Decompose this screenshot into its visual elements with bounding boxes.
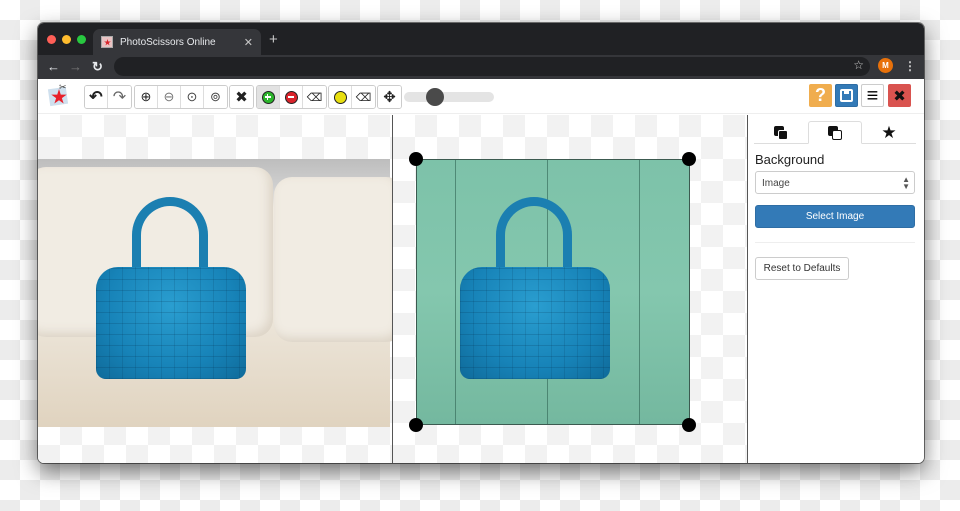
zoom-group: ⊕ ⊖ ⊙ ⊚ xyxy=(134,85,228,109)
back-button[interactable]: ← xyxy=(47,58,60,75)
hair-group: ⌫ xyxy=(328,85,376,109)
floppy-disk-icon xyxy=(840,89,853,102)
question-icon: ? xyxy=(815,85,826,105)
minus-circle-icon xyxy=(284,90,298,104)
brush-size-slider[interactable] xyxy=(404,88,494,106)
help-button[interactable]: ? xyxy=(809,84,832,107)
browser-tab[interactable]: PhotoScissors Online ✕ xyxy=(93,29,261,55)
source-image-panel[interactable] xyxy=(38,115,392,463)
favicon-icon xyxy=(101,36,113,48)
x-icon: ✖ xyxy=(235,89,248,106)
browser-menu-button[interactable]: ⋮ xyxy=(904,59,916,73)
address-bar-row: ← → ↻ ☆ M ⋮ xyxy=(38,55,924,79)
tab-effects[interactable]: ★ xyxy=(862,121,916,144)
section-title: Background xyxy=(755,152,825,167)
layers-filled-icon xyxy=(774,125,788,140)
background-type-select[interactable]: Image ▲ ▼ xyxy=(755,171,915,194)
zoom-in-button[interactable]: ⊕ xyxy=(135,86,158,108)
tab-background[interactable] xyxy=(808,121,862,144)
hamburger-icon: ≡ xyxy=(866,84,879,107)
menu-button[interactable]: ≡ xyxy=(861,84,884,107)
eraser-icon: ⌫ xyxy=(355,91,372,104)
undo-button[interactable]: ↶ xyxy=(85,86,108,108)
forward-button[interactable]: → xyxy=(69,58,82,75)
zoom-actual-icon: ⊙ xyxy=(186,89,198,104)
browser-window: PhotoScissors Online ✕ + ← → ↻ ☆ M ⋮ ✂ ↶… xyxy=(38,23,924,463)
address-input[interactable]: ☆ xyxy=(114,57,870,76)
reload-button[interactable]: ↻ xyxy=(92,58,103,75)
zoom-out-icon: ⊖ xyxy=(163,89,175,104)
zoom-fit-button[interactable]: ⊚ xyxy=(204,86,227,108)
new-tab-button[interactable]: + xyxy=(269,32,278,47)
marker-eraser-button[interactable]: ⌫ xyxy=(303,86,326,108)
select-caret-icon: ▲ ▼ xyxy=(902,175,910,191)
close-x-icon: ✖ xyxy=(893,87,906,105)
star-icon: ★ xyxy=(881,122,897,142)
profile-avatar[interactable]: M xyxy=(878,58,893,73)
resize-handle-top-right[interactable] xyxy=(682,152,696,166)
layers-outline-icon xyxy=(828,125,842,140)
zoom-in-icon: ⊕ xyxy=(140,89,152,104)
source-photo xyxy=(38,159,392,427)
result-image-panel[interactable] xyxy=(393,115,747,463)
background-marker-button[interactable] xyxy=(280,86,303,108)
clear-group: ✖ xyxy=(229,85,254,109)
move-button[interactable]: ✥ xyxy=(378,86,401,108)
tab-close-button[interactable]: ✕ xyxy=(244,36,253,49)
photoscissors-logo: ✂ xyxy=(47,82,71,107)
tab-title: PhotoScissors Online xyxy=(120,36,216,48)
settings-sidebar: ★ Background Image ▲ ▼ Select Image Reset… xyxy=(748,115,924,463)
sofa-cushion xyxy=(274,177,392,342)
app-toolbar: ✂ ↶ ↷ ⊕ ⊖ ⊙ ⊚ ✖ ⌫ ⌫ ✥ ? ≡ ✖ xyxy=(38,79,924,114)
tab-foreground[interactable] xyxy=(754,121,808,144)
maximize-window-button[interactable] xyxy=(77,35,86,44)
move-group: ✥ xyxy=(377,85,402,109)
eraser-icon: ⌫ xyxy=(306,91,323,104)
resize-handle-bottom-right[interactable] xyxy=(682,418,696,432)
zoom-fit-icon: ⊚ xyxy=(210,89,221,104)
marker-group: ⌫ xyxy=(256,85,327,109)
window-controls xyxy=(47,35,86,44)
redo-icon: ↷ xyxy=(112,89,127,106)
history-group: ↶ ↷ xyxy=(84,85,132,109)
selected-option: Image xyxy=(762,178,790,189)
zoom-out-button[interactable]: ⊖ xyxy=(158,86,181,108)
close-window-button[interactable] xyxy=(47,35,56,44)
bookmark-star-icon[interactable]: ☆ xyxy=(853,58,864,72)
sidebar-tabs: ★ xyxy=(754,121,916,144)
plus-circle-icon xyxy=(261,90,275,104)
save-button[interactable] xyxy=(835,84,858,107)
minimize-window-button[interactable] xyxy=(62,35,71,44)
redo-button[interactable]: ↷ xyxy=(108,86,131,108)
foreground-marker-button[interactable] xyxy=(257,86,280,108)
resize-handle-bottom-left[interactable] xyxy=(409,418,423,432)
divider xyxy=(755,242,915,243)
close-button[interactable]: ✖ xyxy=(888,84,911,107)
hair-eraser-button[interactable]: ⌫ xyxy=(352,86,375,108)
yellow-circle-icon xyxy=(333,90,347,104)
hair-marker-button[interactable] xyxy=(329,86,352,108)
tab-bar: PhotoScissors Online ✕ + xyxy=(38,23,924,55)
undo-icon: ↶ xyxy=(89,89,103,106)
resize-handle-top-left[interactable] xyxy=(409,152,423,166)
reset-to-defaults-button[interactable]: Reset to Defaults xyxy=(755,257,849,280)
select-image-button[interactable]: Select Image xyxy=(755,205,915,228)
clear-markers-button[interactable]: ✖ xyxy=(230,86,253,108)
slider-knob[interactable] xyxy=(425,88,444,106)
move-arrows-icon: ✥ xyxy=(383,89,396,106)
zoom-actual-size-button[interactable]: ⊙ xyxy=(181,86,204,108)
